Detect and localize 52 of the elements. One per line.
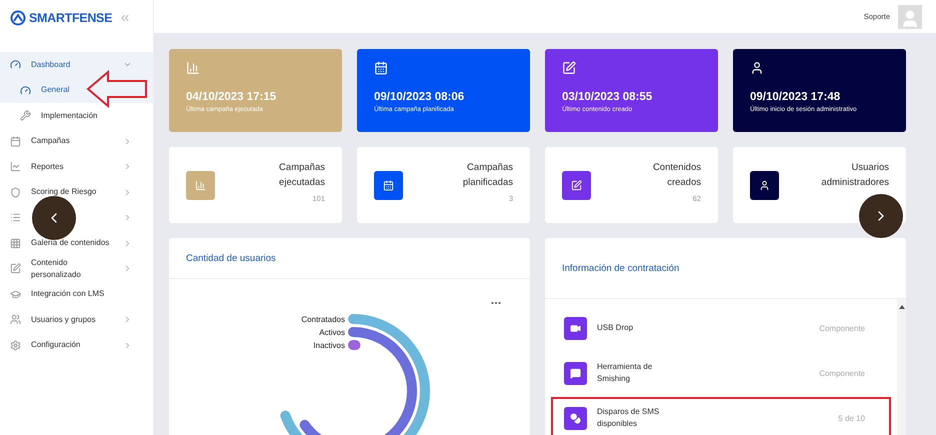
card-icon (186, 61, 200, 75)
sidebar-item[interactable]: Contenido personalizado (0, 256, 153, 282)
feature-icon (564, 316, 587, 340)
menu-icon (10, 59, 21, 70)
menu-icon (10, 136, 21, 147)
card-title: Campañas planificadas (462, 161, 513, 190)
series-label: Contratados (301, 315, 345, 324)
feature-value: 5 de 10 (837, 414, 865, 422)
menu-icon (20, 84, 31, 96)
sidebar-item[interactable]: Dashboard (0, 52, 153, 78)
panel-title: Cantidad de usuarios (186, 252, 276, 264)
menu-icon (10, 314, 21, 326)
sidebar-subitem[interactable]: Implementación (0, 103, 153, 128)
logo-text: SMARTFENSE (29, 11, 112, 25)
sidebar-item[interactable]: Campañas (0, 128, 153, 154)
feature-value: Componente (818, 368, 865, 378)
feature-name: Disparos de SMS disponibles (597, 406, 660, 430)
feature-icon (564, 362, 587, 384)
menu-icon (10, 263, 21, 274)
menu-icon (20, 110, 31, 122)
card-value: 09/10/2023 17:48 (750, 91, 842, 103)
card-title: Campañas ejecutadas (278, 161, 325, 190)
series-label: Activos (319, 328, 345, 337)
panel-title: Información de contratación (562, 262, 680, 274)
scrollbar[interactable] (897, 299, 906, 435)
card-icon (750, 61, 764, 75)
menu-icon (10, 186, 21, 198)
menu-icon (10, 238, 21, 249)
card-title: Contenidos creados (652, 161, 701, 190)
card-title: Usuarios administradores (820, 161, 889, 190)
card-icon (562, 61, 576, 75)
sidebar-item[interactable]: Scoring de Riesgo (0, 180, 153, 205)
sidebar-item[interactable]: Configuración (0, 332, 153, 358)
card-value: 04/10/2023 17:15 (186, 91, 278, 103)
sidebar-item[interactable]: Integración con LMS (0, 282, 153, 307)
feature-value: Componente (818, 324, 865, 332)
menu-icon (10, 340, 21, 351)
card-icon (374, 61, 388, 75)
series-label: Inactivos (313, 341, 345, 350)
sidebar-item[interactable]: Galería de contenidos (0, 230, 153, 256)
menu-icon (10, 288, 21, 300)
logo-icon (10, 10, 26, 26)
sidebar-item[interactable]: Usuarios y grupos (0, 307, 153, 332)
feature-name: USB Drop (597, 322, 634, 334)
menu-icon (10, 212, 21, 224)
card-value: 09/10/2023 08:06 (374, 91, 466, 103)
feature-name: Herramienta de Smishing (597, 361, 654, 385)
menu-icon (10, 161, 21, 172)
feature-icon (564, 406, 587, 430)
sidebar-item[interactable]: Reportes (0, 154, 153, 180)
card-value: 03/10/2023 08:55 (562, 91, 654, 103)
annotation-arrow (86, 70, 150, 108)
